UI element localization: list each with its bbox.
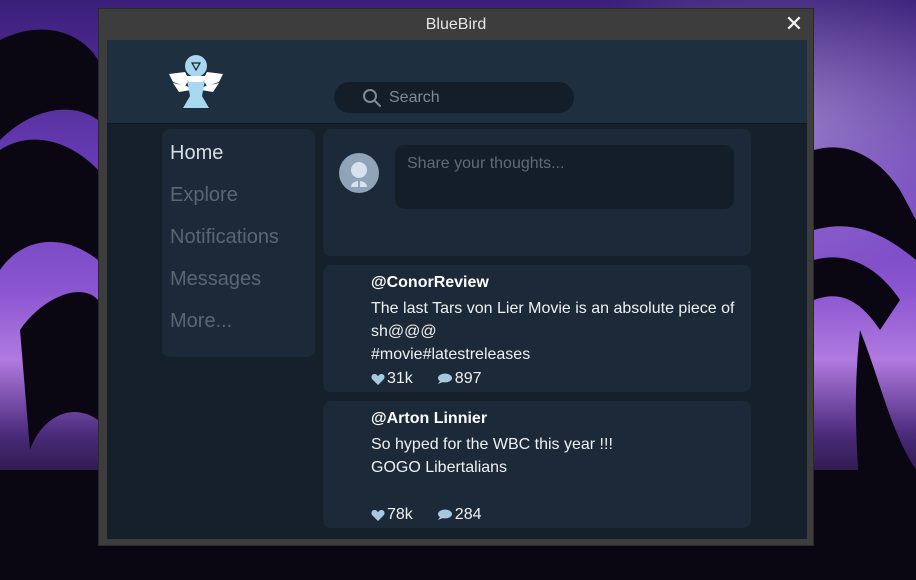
- comment-button[interactable]: 284: [437, 506, 482, 524]
- user-avatar-icon[interactable]: [339, 153, 379, 193]
- post-stats: 78k 284: [371, 506, 482, 524]
- post-stats: 31k 897: [371, 370, 482, 388]
- bluebird-logo[interactable]: [165, 52, 227, 110]
- sidebar-nav: Home Explore Notifications Messages More…: [162, 129, 315, 357]
- app-window: BlueBird ✕ Home: [98, 8, 814, 546]
- like-count: 31k: [387, 370, 413, 387]
- search-input[interactable]: [389, 88, 559, 107]
- like-button[interactable]: 31k: [371, 370, 413, 388]
- heart-icon: [371, 373, 385, 385]
- search-icon: [363, 89, 381, 107]
- post-composer: [323, 129, 751, 256]
- header-bar: [107, 40, 807, 124]
- window-title: BlueBird: [425, 15, 487, 33]
- comment-button[interactable]: 897: [437, 370, 482, 388]
- app-content: Home Explore Notifications Messages More…: [107, 40, 807, 539]
- post-author-handle[interactable]: @ConorReview: [371, 274, 751, 292]
- comment-icon: [437, 373, 452, 384]
- post-card[interactable]: @ConorReview The last Tars von Lier Movi…: [323, 265, 751, 392]
- comment-count: 897: [454, 370, 482, 387]
- nav-item-notifications[interactable]: Notifications: [162, 225, 315, 267]
- post-card[interactable]: @Arton Linnier So hyped for the WBC this…: [323, 401, 751, 528]
- comment-count: 284: [454, 506, 482, 523]
- comment-icon: [437, 509, 452, 520]
- window-titlebar[interactable]: BlueBird ✕: [99, 9, 813, 40]
- like-count: 78k: [387, 506, 413, 523]
- close-icon[interactable]: ✕: [783, 13, 805, 35]
- nav-item-messages[interactable]: Messages: [162, 267, 315, 309]
- post-author-handle[interactable]: @Arton Linnier: [371, 410, 751, 428]
- post-text: The last Tars von Lier Movie is an absol…: [371, 300, 735, 363]
- nav-item-more[interactable]: More...: [162, 309, 315, 351]
- search-bar[interactable]: [334, 82, 574, 113]
- nav-item-explore[interactable]: Explore: [162, 183, 315, 225]
- heart-icon: [371, 509, 385, 521]
- post-text: So hyped for the WBC this year !!! GOGO …: [371, 436, 613, 476]
- like-button[interactable]: 78k: [371, 506, 413, 524]
- thought-input[interactable]: [395, 145, 734, 209]
- nav-item-home[interactable]: Home: [162, 141, 315, 183]
